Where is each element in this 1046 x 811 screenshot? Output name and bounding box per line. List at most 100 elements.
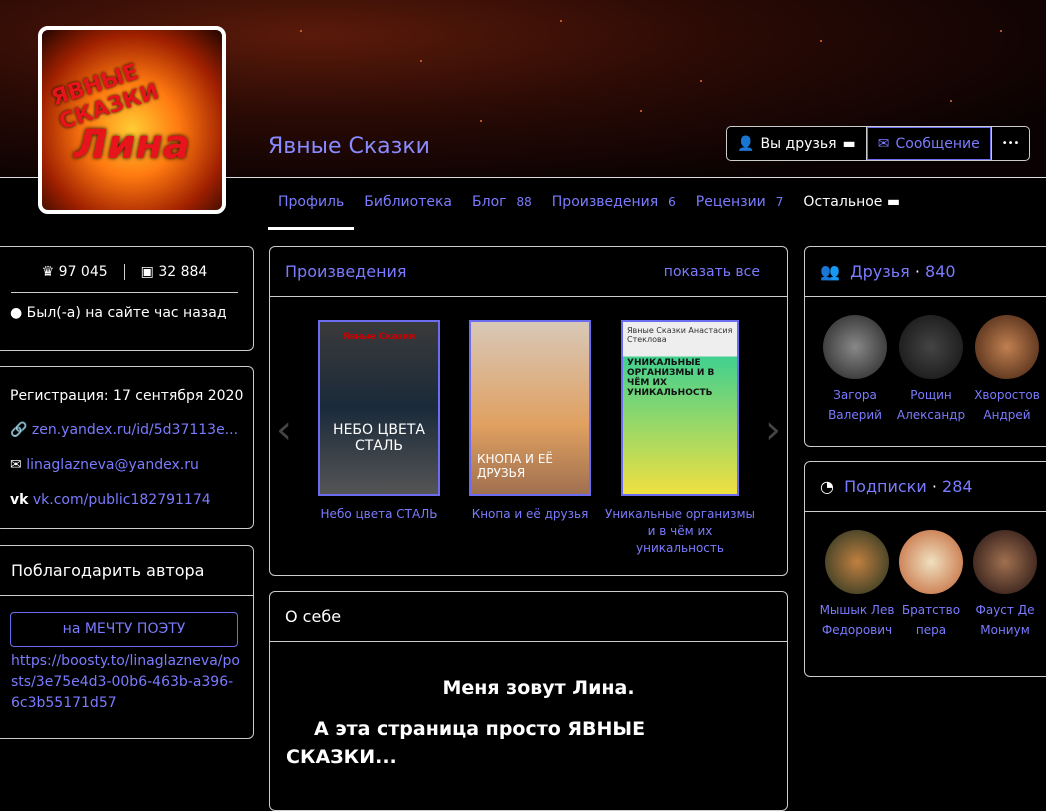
status-dot-icon: ● xyxy=(10,305,23,321)
subscription-name: Федорович xyxy=(821,623,893,637)
profile-tabs: Профиль Библиотека Блог 88 Произведения 6 … xyxy=(268,182,910,230)
users-icon: 👤 xyxy=(737,135,755,152)
subs-count: 284 xyxy=(942,477,973,496)
rating-stat: ♛ 97 045 xyxy=(42,264,108,280)
avatar xyxy=(823,315,887,379)
avatar xyxy=(899,530,963,594)
readers-stat: ▣ 32 884 xyxy=(141,264,208,280)
tab-profile[interactable]: Профиль xyxy=(268,182,355,230)
subscription-item[interactable]: Братство пера xyxy=(891,530,971,640)
chevron-down-icon: ▬ xyxy=(886,194,901,210)
book-cover[interactable]: Явные Сказки Анастасия Стеклова УНИКАЛЬНЫ… xyxy=(621,320,739,496)
friend-item[interactable]: Хворостов Андрей xyxy=(967,315,1046,425)
works-card: Произведения показать все ‹ › Явные Сказк… xyxy=(269,246,788,576)
stats-card: ♛ 97 045 ▣ 32 884 ● Был(-а) на сайте час… xyxy=(0,246,254,351)
vk-icon: vk xyxy=(10,492,29,508)
friend-name: Валерий xyxy=(828,408,882,422)
tab-blog[interactable]: Блог 88 xyxy=(462,182,542,230)
registration-date: Регистрация: 17 сентября 2020 xyxy=(10,388,244,404)
subscription-name: Братство xyxy=(901,603,961,617)
status-text: Был(-а) на сайте час назад xyxy=(26,305,227,321)
cover-text: КНОПА И ЕЁ ДРУЗЬЯ xyxy=(477,452,553,480)
friends-count: 840 xyxy=(925,262,956,281)
friend-name: Рощин xyxy=(910,388,952,402)
rss-icon: ◔ xyxy=(820,477,834,496)
carousel-next-button[interactable]: › xyxy=(765,407,781,453)
friend-name: Загора xyxy=(833,388,877,402)
tab-label: Библиотека xyxy=(364,194,453,210)
about-text: Меня зовут Лина. xyxy=(442,677,635,699)
about-text: А эта страница просто ЯВНЫЕ СКАЗКИ... xyxy=(286,718,646,768)
cover-text: Явные Сказки xyxy=(342,332,416,342)
profile-name: Явные Сказки xyxy=(268,134,430,159)
link-icon: 🔗 xyxy=(10,422,28,438)
site-link[interactable]: zen.yandex.ru/id/5d37113e... xyxy=(32,422,238,438)
tab-count: 7 xyxy=(775,195,784,209)
subscription-item[interactable]: Мышык Лев Федорович xyxy=(817,530,897,640)
book-icon: ▣ xyxy=(140,264,154,280)
friends-button[interactable]: 👤 Вы друзья ▬ xyxy=(727,127,867,160)
profile-actions: 👤 Вы друзья ▬ ✉ Сообщение ••• xyxy=(726,126,1031,161)
show-all-link[interactable]: показать все xyxy=(664,264,760,280)
book-cover[interactable]: Явные Сказки НЕБО ЦВЕТА СТАЛЬ xyxy=(318,320,440,496)
subscription-name: Фауст Де xyxy=(975,603,1035,617)
friends-title[interactable]: Друзья xyxy=(850,262,910,281)
book-title[interactable]: Уникальные организмы и в чём их уникальн… xyxy=(605,506,755,557)
donate-button[interactable]: на МЕЧТУ ПОЭТУ xyxy=(10,612,238,647)
subscription-name: Мониум xyxy=(980,623,1030,637)
thanks-title: Поблагодарить автора xyxy=(0,546,253,596)
works-title[interactable]: Произведения xyxy=(285,262,407,281)
avatar xyxy=(973,530,1037,594)
carousel-prev-button[interactable]: ‹ xyxy=(276,407,292,453)
email-link[interactable]: linaglazneva@yandex.ru xyxy=(26,457,199,473)
boosty-link[interactable]: https://boosty.to/linaglazneva/posts/3e7… xyxy=(11,651,241,714)
avatar xyxy=(899,315,963,379)
more-button[interactable]: ••• xyxy=(990,127,1030,160)
info-card: Регистрация: 17 сентября 2020 🔗 zen.yand… xyxy=(0,366,254,529)
subs-title[interactable]: Подписки xyxy=(844,477,927,496)
subscription-name: пера xyxy=(915,623,947,637)
tab-works[interactable]: Произведения 6 xyxy=(542,182,686,230)
readers-value: 32 884 xyxy=(158,264,208,280)
envelope-icon: ✉ xyxy=(10,457,22,473)
thanks-card: Поблагодарить автора на МЕЧТУ ПОЭТУ http… xyxy=(0,545,254,739)
subscription-item[interactable]: Фауст Де Мониум xyxy=(965,530,1045,640)
tab-reviews[interactable]: Рецензии 7 xyxy=(686,182,794,230)
about-title: О себе xyxy=(270,592,787,642)
tab-library[interactable]: Библиотека xyxy=(354,182,462,230)
book-cover[interactable]: КНОПА И ЕЁ ДРУЗЬЯ xyxy=(469,320,591,496)
cover-text: НЕБО ЦВЕТА СТАЛЬ xyxy=(333,422,425,454)
friend-item[interactable]: Рощин Александр xyxy=(891,315,971,425)
logo-text: Лина xyxy=(74,122,190,168)
friends-card: 👥 Друзья · 840 Загора Валерий Рощин Алекса… xyxy=(804,246,1046,447)
subscription-name: Мышык Лев xyxy=(819,603,895,617)
friends-label: Вы друзья xyxy=(760,135,837,152)
chevron-down-icon: ▬ xyxy=(842,135,856,152)
friend-name: Хворостов xyxy=(974,388,1040,402)
online-status: ● Был(-а) на сайте час назад xyxy=(10,305,253,321)
tab-count: 88 xyxy=(516,195,532,209)
friend-name: Андрей xyxy=(983,408,1031,422)
book-title[interactable]: Небо цвета СТАЛЬ xyxy=(304,506,454,523)
message-label: Сообщение xyxy=(895,135,980,152)
cover-text: Явные Сказки Анастасия Стеклова xyxy=(627,326,733,344)
rating-value: 97 045 xyxy=(58,264,108,280)
cover-text: УНИКАЛЬНЫЕ ОРГАНИЗМЫ И В ЧЁМ ИХ УНИКАЛЬН… xyxy=(627,358,715,398)
message-button[interactable]: ✉ Сообщение xyxy=(866,127,991,160)
vk-link[interactable]: vk.com/public182791174 xyxy=(33,492,211,508)
friend-item[interactable]: Загора Валерий xyxy=(815,315,895,425)
subscriptions-card: ◔ Подписки · 284 Мышык Лев Федорович Брат… xyxy=(804,461,1046,677)
logo-text: ЯВНЫЕ СКАЗКИ xyxy=(48,59,163,136)
tab-label: Профиль xyxy=(278,194,345,210)
tab-label: Блог xyxy=(472,194,507,210)
book-title[interactable]: Кнопа и её друзья xyxy=(455,506,605,523)
tab-label: Произведения xyxy=(551,194,659,210)
tab-label: Остальное xyxy=(803,194,883,210)
tab-count: 6 xyxy=(668,195,676,209)
avatar xyxy=(825,530,889,594)
profile-avatar: ЯВНЫЕ СКАЗКИ Лина xyxy=(38,26,226,214)
tab-label: Рецензии xyxy=(695,194,766,210)
users-icon: 👥 xyxy=(820,262,840,281)
tab-other[interactable]: Остальное ▬ xyxy=(793,182,910,230)
crown-icon: ♛ xyxy=(41,264,55,280)
